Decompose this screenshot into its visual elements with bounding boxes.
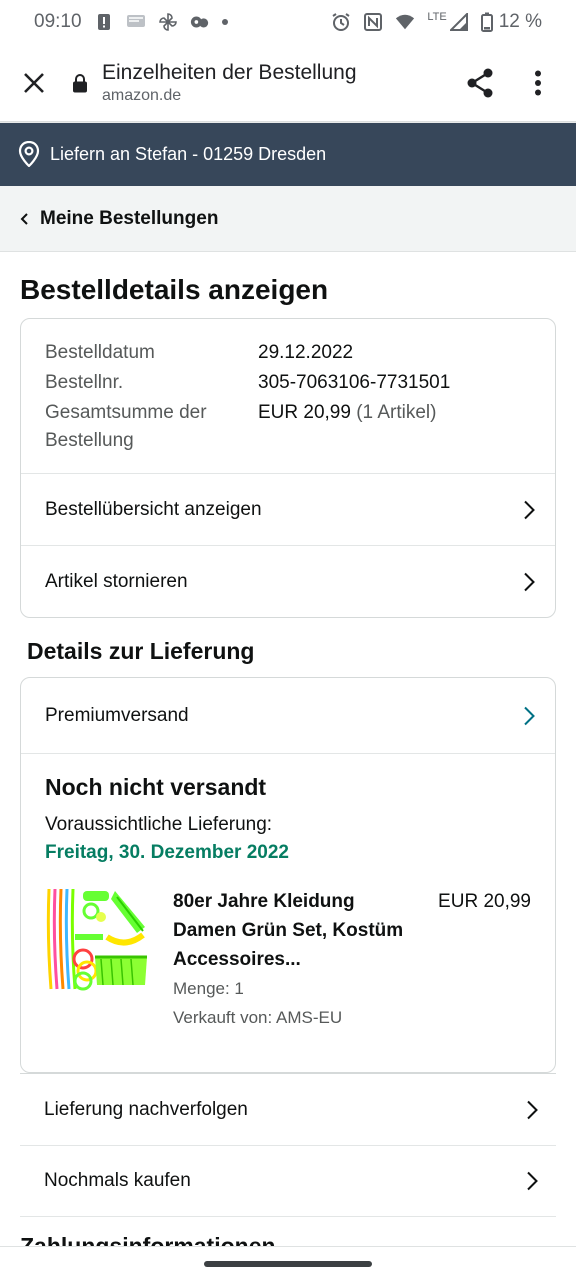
browser-toolbar: Einzelheiten der Bestellung amazon.de (0, 44, 576, 123)
shipment-body: Noch nicht versandt Voraussichtliche Lie… (21, 754, 555, 1072)
order-info-card: Bestelldatum 29.12.2022 Bestellnr. 305-7… (20, 318, 556, 618)
system-navigation-bar (0, 1246, 576, 1280)
item-title[interactable]: 80er Jahre Kleidung Damen Grün Set, Kost… (173, 887, 421, 974)
wifi-icon (395, 12, 415, 32)
chevron-left-icon (20, 212, 28, 225)
order-total-amount: EUR 20,99 (258, 402, 351, 423)
delivery-location-text: Liefern an Stefan - 01259 Dresden (50, 143, 327, 164)
order-date-value: 29.12.2022 (258, 342, 354, 363)
clock: 09:10 (34, 11, 82, 32)
order-date-label: Bestelldatum (45, 342, 155, 363)
item-quantity: Menge: 1 (173, 979, 244, 998)
shipping-method-row[interactable]: Premiumversand (21, 678, 555, 754)
payment-section-peek: Zahlungsinformationen (20, 1226, 556, 1246)
track-package-row[interactable]: Lieferung nachverfolgen (20, 1073, 556, 1145)
chevron-right-icon (524, 572, 535, 591)
item-details: 80er Jahre Kleidung Damen Grün Set, Kost… (173, 887, 421, 1032)
chevron-right-icon (524, 706, 535, 725)
eta-date: Freitag, 30. Dezember 2022 (45, 842, 289, 863)
share-button[interactable] (460, 63, 500, 103)
item-price: EUR 20,99 (438, 891, 531, 912)
alert-icon (94, 12, 114, 32)
browser-url: amazon.de (102, 87, 182, 104)
more-vert-icon (535, 70, 541, 96)
message-icon (126, 12, 146, 32)
eta-label: Voraussichtliche Lieferung: (45, 814, 273, 835)
delivery-location-bar[interactable]: Liefern an Stefan - 01259 Dresden (0, 122, 576, 186)
page-address[interactable]: Einzelheiten der Bestellung amazon.de (102, 60, 442, 106)
payment-info-title: Zahlungsinformationen (20, 1233, 276, 1246)
order-total-value: EUR 20,99 (1 Artikel) (258, 399, 531, 455)
shipping-method-label: Premiumversand (45, 704, 189, 726)
cancel-items-label: Artikel stornieren (45, 570, 188, 592)
battery-percent: 12 % (498, 11, 542, 32)
view-order-summary-label: Bestellübersicht anzeigen (45, 498, 262, 520)
shipment-status: Noch nicht versandt (45, 774, 267, 800)
battery-icon (480, 12, 493, 32)
buy-again-row[interactable]: Nochmals kaufen (20, 1145, 556, 1217)
signal-icon (449, 12, 469, 32)
order-total-label: Gesamtsumme der Bestellung (45, 402, 207, 451)
browser-page-title: Einzelheiten der Bestellung (102, 61, 357, 84)
location-pin-icon (18, 141, 40, 167)
close-icon (24, 73, 44, 93)
chevron-right-icon (524, 500, 535, 519)
cancel-items-row[interactable]: Artikel stornieren (21, 545, 555, 617)
more-options-button[interactable] (518, 63, 558, 103)
lock-icon (72, 72, 90, 94)
chevron-right-icon (527, 1171, 538, 1191)
delivery-details-title: Details zur Lieferung (27, 638, 255, 664)
view-order-summary-row[interactable]: Bestellübersicht anzeigen (21, 473, 555, 545)
more-notifications-icon (221, 19, 228, 25)
home-gesture-handle[interactable] (204, 1261, 372, 1267)
share-icon (467, 68, 493, 98)
breadcrumb[interactable]: Meine Bestellungen (0, 186, 576, 252)
status-bar: 09:10 LTE 12 % (0, 0, 576, 44)
app-icon (190, 12, 210, 32)
order-info: Bestelldatum 29.12.2022 Bestellnr. 305-7… (21, 319, 555, 473)
order-number-value: 305-7063106-7731501 (258, 372, 451, 393)
buy-again-label: Nochmals kaufen (44, 1170, 191, 1191)
close-button[interactable] (18, 67, 50, 99)
track-package-label: Lieferung nachverfolgen (44, 1098, 248, 1120)
alarm-icon (331, 12, 351, 32)
page-title: Bestelldetails anzeigen (20, 274, 329, 305)
order-item: 80er Jahre Kleidung Damen Grün Set, Kost… (45, 887, 531, 1032)
breadcrumb-label: Meine Bestellungen (40, 207, 219, 229)
shipment-card: Premiumversand Noch nicht versandt Vorau… (20, 677, 556, 1073)
item-seller: Verkauft von: AMS-EU (173, 1008, 343, 1027)
nfc-icon (363, 12, 383, 32)
lte-label: LTE (427, 11, 447, 23)
chevron-right-icon (527, 1100, 538, 1119)
order-number-label: Bestellnr. (45, 372, 124, 393)
order-item-count: (1 Artikel) (356, 402, 437, 423)
product-thumbnail[interactable] (45, 887, 151, 993)
pinwheel-icon (158, 12, 178, 32)
